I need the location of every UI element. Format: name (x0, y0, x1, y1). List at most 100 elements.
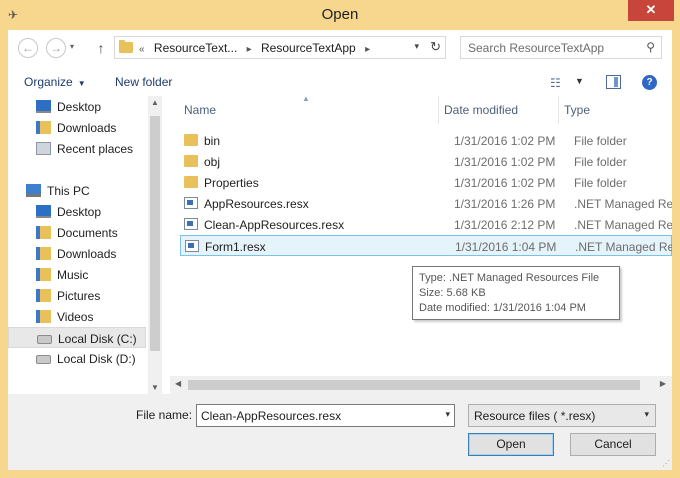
new-folder-button[interactable]: New folder (115, 75, 172, 89)
nav-item-local-disk-c[interactable]: Local Disk (C:) (8, 327, 146, 348)
nav-item-this-pc[interactable]: This PC (8, 180, 146, 201)
file-name-dropdown-icon[interactable]: ▾ (445, 409, 450, 420)
search-placeholder: Search ResourceTextApp (468, 41, 605, 55)
nav-item-label: Desktop (57, 100, 102, 114)
column-header-type[interactable]: Type (564, 96, 664, 124)
up-button[interactable]: ↑ (94, 38, 108, 58)
file-name: bin (204, 134, 221, 148)
file-date-modified: 1/31/2016 1:02 PM (454, 155, 556, 169)
file-info-tooltip: Type: .NET Managed Resources File Size: … (412, 266, 620, 320)
nav-item-downloads[interactable]: Downloads (8, 243, 146, 264)
breadcrumb-item-resourcetext[interactable]: ResourceText... (154, 41, 237, 55)
navigation-pane-scrollbar[interactable]: ▲ ▼ (148, 96, 162, 394)
desktop-icon (36, 205, 51, 218)
chevron-down-icon: ▾ (644, 409, 649, 419)
file-row[interactable]: obj 1/31/2016 1:02 PM File folder (180, 151, 672, 172)
folder-icon (184, 176, 198, 188)
cancel-button[interactable]: Cancel (570, 433, 656, 456)
file-name-value[interactable]: Clean-AppResources.resx (201, 409, 341, 423)
pictures-folder-icon (36, 289, 51, 302)
column-divider[interactable] (438, 96, 439, 124)
breadcrumb-separator-icon[interactable]: ▸ (247, 44, 252, 55)
refresh-icon[interactable]: ↻ (430, 39, 441, 55)
breadcrumb: « ResourceText... ▸ ResourceTextApp ▸ (139, 41, 376, 55)
column-header-name[interactable]: Name (184, 96, 442, 124)
recent-locations-chevron-icon[interactable]: ▾ (70, 42, 74, 51)
file-row[interactable]: Properties 1/31/2016 1:02 PM File folder (180, 172, 672, 193)
organize-button[interactable]: Organize ▼ (24, 75, 86, 89)
resx-file-icon (185, 240, 199, 252)
file-date-modified: 1/31/2016 1:04 PM (455, 240, 557, 254)
address-dropdown-icon[interactable]: ▾ (414, 41, 419, 52)
file-list-horizontal-scrollbar[interactable]: ◀ ▶ (170, 376, 672, 394)
music-folder-icon (36, 268, 51, 281)
file-date-modified: 1/31/2016 2:12 PM (454, 218, 556, 232)
breadcrumb-overflow-icon[interactable]: « (139, 44, 145, 55)
file-name: obj (204, 155, 221, 169)
file-name-input[interactable]: Clean-AppResources.resx ▾ (196, 404, 455, 427)
nav-item-music[interactable]: Music (8, 264, 146, 285)
navigation-pane: Desktop Downloads Recent places This PC Desk… (8, 96, 162, 394)
nav-item-recent-places[interactable]: Recent places (8, 138, 146, 159)
open-dialog-window: ✈ Open ✕ ← → ▾ ↑ « ResourceText... ▸ Res… (0, 0, 680, 478)
resx-file-icon (184, 197, 198, 209)
file-date-modified: 1/31/2016 1:26 PM (454, 197, 556, 211)
desktop-icon (36, 100, 51, 113)
column-divider[interactable] (558, 96, 559, 124)
tooltip-size: Size: 5.68 KB (419, 287, 486, 299)
file-type: File folder (574, 176, 627, 190)
search-input[interactable]: Search ResourceTextApp ⚲ (460, 36, 662, 59)
scroll-right-icon[interactable]: ▶ (660, 379, 666, 388)
breadcrumb-separator-icon[interactable]: ▸ (365, 44, 370, 55)
nav-item-label: Videos (57, 310, 94, 324)
resize-grip-icon[interactable]: ⋰ (662, 459, 670, 468)
nav-item-downloads[interactable]: Downloads (8, 117, 146, 138)
view-dropdown-icon[interactable]: ▼ (575, 76, 584, 86)
address-bar[interactable]: « ResourceText... ▸ ResourceTextApp ▸ ▾ … (114, 36, 446, 59)
disk-icon (36, 355, 51, 364)
nav-item-label: This PC (47, 184, 90, 198)
folder-icon (184, 134, 198, 146)
help-icon[interactable]: ? (642, 75, 657, 90)
nav-item-label: Local Disk (C:) (58, 332, 137, 346)
file-type: File folder (574, 155, 627, 169)
file-row[interactable]: bin 1/31/2016 1:02 PM File folder (180, 130, 672, 151)
title-bar[interactable]: ✈ Open ✕ (0, 0, 680, 30)
nav-item-documents[interactable]: Documents (8, 222, 146, 243)
open-button[interactable]: Open (468, 433, 554, 456)
nav-item-desktop[interactable]: Desktop (8, 96, 146, 117)
file-list-pane: ▲ Name Date modified Type bin 1/31/2016 1… (170, 96, 672, 394)
nav-item-desktop[interactable]: Desktop (8, 201, 146, 222)
file-type: .NET Managed Re... (575, 240, 672, 254)
scroll-left-icon[interactable]: ◀ (175, 379, 181, 388)
file-type-filter-select[interactable]: Resource files ( *.resx) ▾ (468, 404, 656, 427)
file-name-label: File name: (136, 408, 193, 422)
nav-item-pictures[interactable]: Pictures (8, 285, 146, 306)
file-type: .NET Managed Re... (574, 218, 672, 232)
system-disk-icon (37, 335, 52, 344)
view-options-icon[interactable]: ☷ (550, 76, 564, 90)
downloads-folder-icon (36, 247, 51, 260)
file-row[interactable]: Clean-AppResources.resx 1/31/2016 2:12 PM… (180, 214, 672, 235)
nav-item-label: Local Disk (D:) (57, 352, 136, 366)
folder-icon (184, 155, 198, 167)
breadcrumb-item-resourcetextapp[interactable]: ResourceTextApp (261, 41, 356, 55)
nav-item-local-disk-d[interactable]: Local Disk (D:) (8, 348, 146, 369)
file-type-filter-value: Resource files ( *.resx) (474, 409, 596, 423)
column-header-date-modified[interactable]: Date modified (444, 96, 558, 124)
preview-pane-icon[interactable] (606, 75, 621, 89)
file-row[interactable]: Form1.resx 1/31/2016 1:04 PM .NET Managed … (180, 235, 672, 256)
resx-file-icon (184, 218, 198, 230)
tooltip-type: Type: .NET Managed Resources File (419, 272, 600, 284)
scroll-up-icon[interactable]: ▲ (148, 98, 162, 107)
nav-item-videos[interactable]: Videos (8, 306, 146, 327)
file-name: Form1.resx (205, 240, 266, 254)
scroll-down-icon[interactable]: ▼ (148, 383, 162, 392)
file-row[interactable]: AppResources.resx 1/31/2016 1:26 PM .NET M… (180, 193, 672, 214)
nav-item-label: Pictures (57, 289, 101, 303)
scrollbar-thumb[interactable] (188, 380, 640, 390)
close-button[interactable]: ✕ (628, 0, 674, 21)
back-button[interactable]: ← (18, 38, 38, 58)
forward-button[interactable]: → (46, 38, 66, 58)
scrollbar-thumb[interactable] (150, 116, 160, 351)
